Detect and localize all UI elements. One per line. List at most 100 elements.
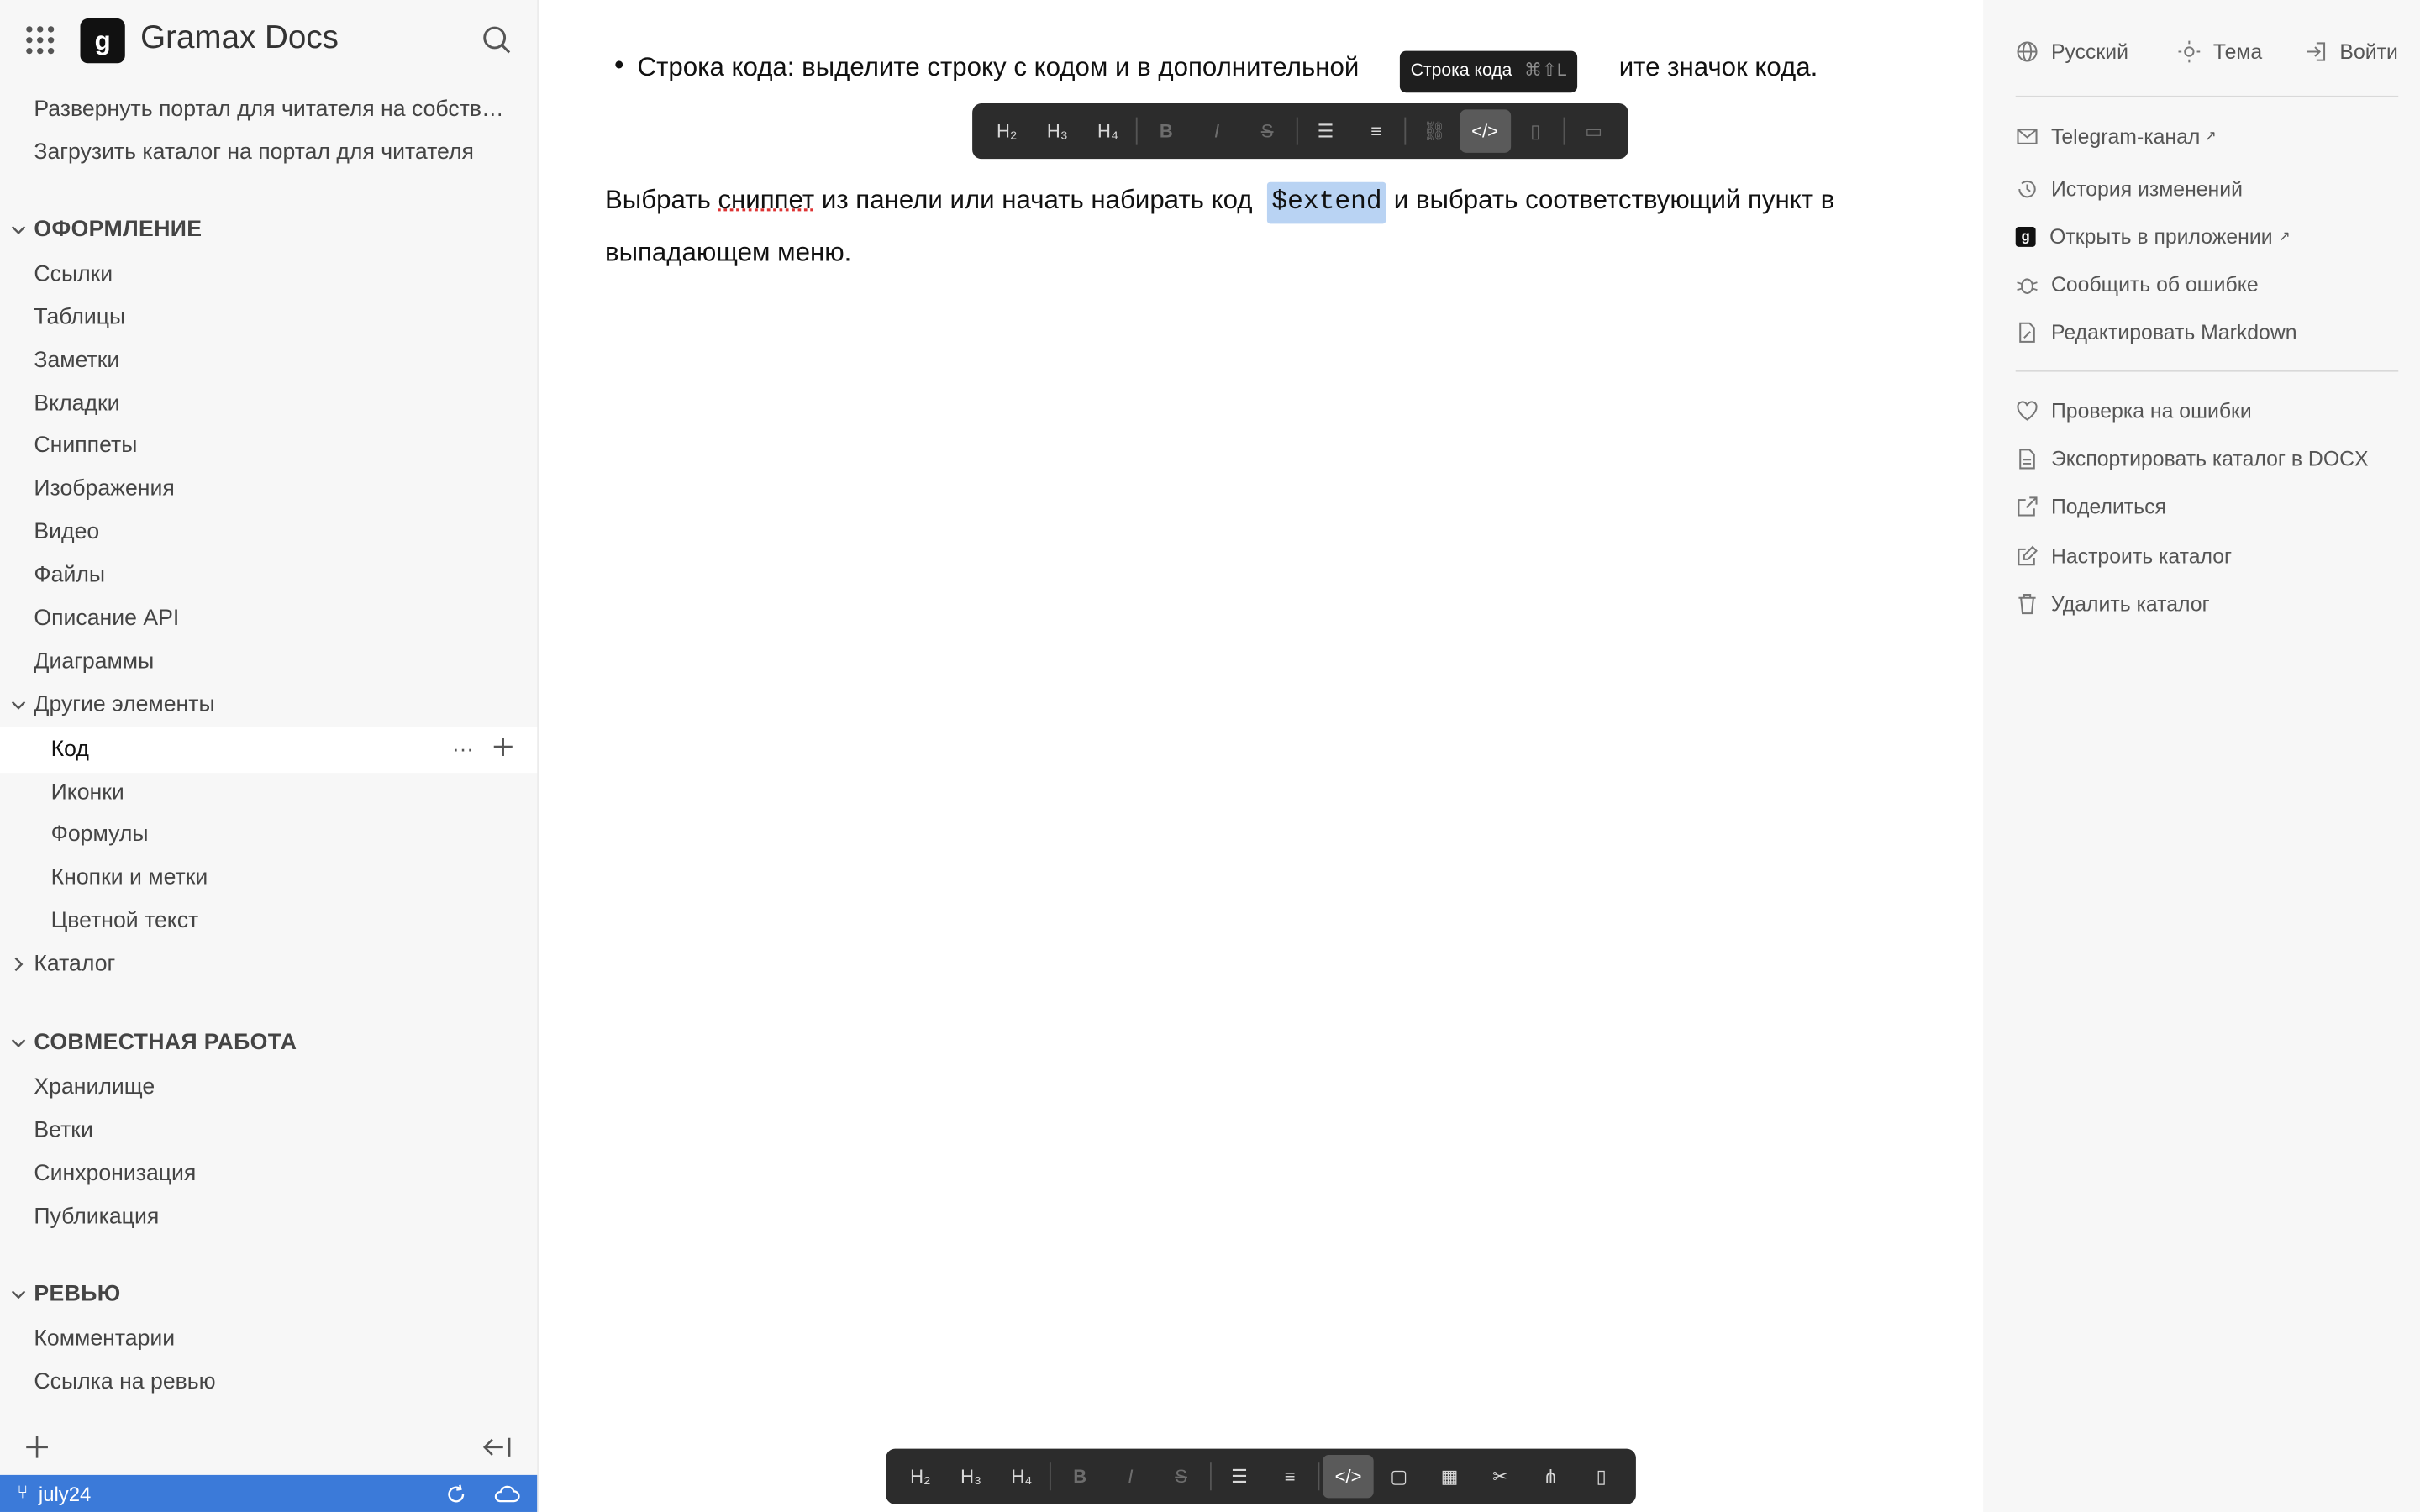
bold-button[interactable]: B: [1055, 1455, 1105, 1498]
ordered-list-button[interactable]: ≡: [1351, 109, 1402, 152]
edit-markdown-link[interactable]: Редактировать Markdown: [2016, 317, 2297, 348]
heading4-button[interactable]: H₄: [1082, 109, 1133, 152]
section-oformlenie[interactable]: ОФОРМЛЕНИЕ: [0, 208, 537, 251]
nav-item-active[interactable]: Код ···: [0, 727, 538, 774]
note-icon[interactable]: ▢: [1374, 1455, 1424, 1498]
nav-item[interactable]: Хранилище: [0, 1066, 537, 1109]
share-link[interactable]: Поделиться: [2016, 491, 2166, 522]
export-docx-link[interactable]: Экспортировать каталог в DOCX: [2016, 443, 2369, 474]
nav-item[interactable]: Описание API: [0, 597, 537, 640]
link-icon[interactable]: ⛓: [1409, 109, 1460, 152]
section-collab[interactable]: СОВМЕСТНАЯ РАБОТА: [0, 1021, 537, 1064]
nav-item[interactable]: Заметки: [0, 339, 537, 382]
open-in-app-label: Открыть в приложении: [2049, 224, 2273, 248]
bullet-list-button[interactable]: ☰: [1214, 1455, 1265, 1498]
italic-button[interactable]: I: [1105, 1455, 1155, 1498]
sun-icon: [2178, 39, 2201, 62]
nav-folder-other-elements[interactable]: Другие элементы: [0, 684, 537, 727]
app-title[interactable]: Gramax Docs: [140, 20, 339, 57]
sync-icon[interactable]: [446, 1484, 466, 1504]
heading3-button[interactable]: H₃: [945, 1455, 996, 1498]
report-bug-link[interactable]: Сообщить об ошибке: [2016, 269, 2259, 300]
inline-code[interactable]: $extend: [1266, 181, 1387, 224]
edit-file-icon: [2019, 321, 2035, 342]
nav-item[interactable]: Формулы: [0, 813, 537, 856]
divider: [2015, 370, 2399, 372]
code-block-button[interactable]: </>: [1323, 1455, 1374, 1499]
language-label: Русский: [2050, 39, 2128, 63]
file-icon[interactable]: ▯: [1510, 109, 1560, 152]
nav-item[interactable]: Ссылка на ревью: [0, 1361, 537, 1404]
strike-button[interactable]: S: [1242, 109, 1292, 152]
nav-item[interactable]: Диаграммы: [0, 640, 537, 683]
nav-item[interactable]: Иконки: [0, 771, 537, 814]
heading2-button[interactable]: H₂: [895, 1455, 945, 1498]
more-icon[interactable]: ···: [452, 736, 474, 760]
bold-button[interactable]: B: [1141, 109, 1192, 152]
bottom-insert-toolbar: H₂ H₃ H₄ B I S ☰ ≡ </> ▢ ▦ ✂ ⋔ ▯: [886, 1448, 1636, 1504]
login-icon: [2307, 41, 2326, 60]
theme-toggle[interactable]: Тема: [2178, 35, 2263, 66]
nav-item[interactable]: Вкладки: [0, 383, 537, 426]
add-article-icon[interactable]: [24, 1435, 49, 1459]
strike-button[interactable]: S: [1156, 1455, 1207, 1498]
paragraph-text: Выбрать: [604, 185, 718, 215]
right-panel: Русский Тема Войти Telegram-канал ↗ Истор…: [1983, 0, 2420, 1512]
heading4-button[interactable]: H₄: [997, 1455, 1047, 1498]
editor-area: • Строка кода: выделите строку с кодом и…: [539, 0, 1981, 1512]
nav-item[interactable]: Видео: [0, 511, 537, 554]
delete-catalog-link[interactable]: Удалить каталог: [2016, 588, 2210, 619]
divider: [2015, 95, 2399, 97]
plus-icon[interactable]: [492, 736, 514, 758]
inline-code-button[interactable]: </>: [1460, 109, 1511, 153]
nav-item[interactable]: Цветной текст: [0, 900, 537, 942]
theme-label: Тема: [2212, 39, 2263, 63]
bug-icon: [2017, 277, 2038, 294]
diagram-icon[interactable]: ✂: [1475, 1455, 1525, 1498]
chevron-down-icon: [11, 1039, 26, 1047]
nav-item[interactable]: Синхронизация: [0, 1152, 537, 1195]
configure-catalog-link[interactable]: Настроить каталог: [2016, 540, 2232, 571]
nav-item[interactable]: Комментарии: [0, 1318, 537, 1361]
nav-item[interactable]: Файлы: [0, 554, 537, 596]
history-label: История изменений: [2050, 176, 2243, 200]
app-logo[interactable]: g: [80, 18, 125, 64]
cloud-icon[interactable]: [494, 1484, 520, 1503]
comment-icon[interactable]: ▭: [1569, 109, 1619, 152]
nav-item[interactable]: Загрузить каталог на портал для читателя: [0, 131, 537, 174]
nav-item[interactable]: Сниппеты: [0, 424, 537, 467]
language-selector[interactable]: Русский: [2016, 35, 2128, 66]
branch-icon: ⑂: [17, 1481, 29, 1503]
ordered-list-button[interactable]: ≡: [1265, 1455, 1315, 1498]
file-icon[interactable]: ▯: [1576, 1455, 1627, 1498]
share-icon[interactable]: ⋔: [1525, 1455, 1576, 1498]
nav-folder-catalog[interactable]: Каталог: [0, 942, 537, 985]
nav-item[interactable]: Развернуть портал для читателя на собств…: [0, 88, 537, 131]
paragraph: Выбрать сниппет из панели или начать наб…: [605, 176, 1963, 277]
spellcheck-link[interactable]: Проверка на ошибки: [2016, 395, 2252, 426]
divider: [1136, 117, 1139, 145]
section-review[interactable]: РЕВЬЮ: [0, 1273, 537, 1315]
open-in-app-link[interactable]: g Открыть в приложении ↗: [2015, 221, 2291, 252]
login-button[interactable]: Войти: [2304, 35, 2398, 66]
history-link[interactable]: История изменений: [2016, 173, 2243, 204]
nav-item[interactable]: Публикация: [0, 1195, 537, 1238]
apps-grid-icon[interactable]: [26, 26, 55, 55]
nav-item[interactable]: Изображения: [0, 468, 537, 511]
heading2-button[interactable]: H₂: [981, 109, 1032, 152]
login-label: Войти: [2339, 39, 2398, 63]
branch-name[interactable]: july24: [39, 1483, 91, 1506]
nav-item[interactable]: Таблицы: [0, 297, 537, 339]
row-actions: ···: [452, 736, 513, 760]
chevron-down-icon: [11, 1290, 26, 1299]
collapse-sidebar-icon[interactable]: [481, 1435, 513, 1459]
nav-item[interactable]: Ветки: [0, 1110, 537, 1152]
table-icon[interactable]: ▦: [1424, 1455, 1475, 1498]
italic-button[interactable]: I: [1192, 109, 1242, 152]
heading3-button[interactable]: H₃: [1032, 109, 1082, 152]
telegram-link[interactable]: Telegram-канал ↗: [2016, 120, 2217, 151]
nav-item[interactable]: Ссылки: [0, 253, 537, 296]
nav-item[interactable]: Кнопки и метки: [0, 856, 537, 899]
bullet-list-button[interactable]: ☰: [1300, 109, 1350, 152]
search-icon[interactable]: [481, 24, 513, 55]
